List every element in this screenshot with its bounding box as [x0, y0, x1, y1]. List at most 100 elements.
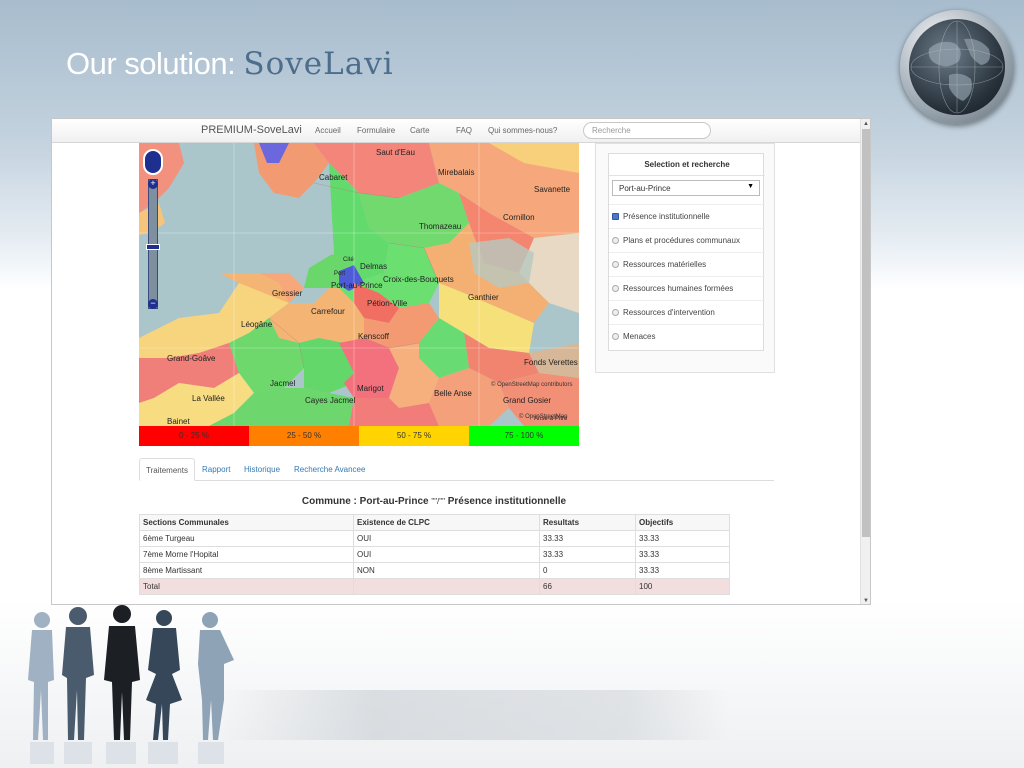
browser-window: PREMIUM-SoveLavi Accueil Formulaire Cart… [51, 118, 871, 605]
commune-select[interactable]: Port-au-Prince ▼ [612, 180, 760, 196]
zoom-in-icon[interactable]: + [148, 179, 158, 189]
zoom-out-icon[interactable]: − [148, 299, 158, 309]
map-label-ganthier: Ganthier [468, 293, 499, 302]
layer-label: Menaces [623, 332, 656, 341]
tab-recherche-avancee[interactable]: Recherche Avancee [288, 458, 371, 481]
table-cell: 33.33 [539, 530, 636, 547]
commune-map[interactable]: Saut d'Eau Cabaret Mirebalais Savanette … [139, 143, 579, 426]
map-label-grand-goave: Grand-Goâve [167, 354, 216, 363]
table-cell: 8ème Martissant [139, 562, 354, 579]
table-header-row: Sections Communales Existence de CLPC Re… [139, 514, 730, 531]
selection-panel: Selection et recherche Port-au-Prince ▼ … [595, 143, 775, 373]
radio-icon[interactable] [612, 285, 619, 292]
map-label-cite: Cité [343, 257, 354, 263]
checked-radio-icon[interactable] [612, 213, 619, 220]
map-attribution[interactable]: © OpenStreetMap contributors [491, 382, 572, 388]
navbar-brand[interactable]: PREMIUM-SoveLavi [201, 124, 302, 136]
slide-title-prefix: Our solution: [66, 46, 236, 81]
nav-link-accueil[interactable]: Accueil [315, 126, 341, 135]
table-cell: NON [353, 562, 540, 579]
layer-item-materielles[interactable]: Ressources matérielles [609, 252, 765, 276]
map-label-croix-des-bouquets: Croix-des-Bouquets [383, 275, 454, 284]
table-total-row: Total 66 100 [139, 578, 730, 595]
slide-title-brand: SoveLavi [243, 46, 394, 82]
map-label-marigot: Marigot [357, 384, 384, 393]
map-label-carrefour: Carrefour [311, 307, 345, 316]
radio-icon[interactable] [612, 261, 619, 268]
map-label-thomazeau: Thomazeau [419, 222, 462, 231]
map-label-mirebalais: Mirebalais [438, 168, 475, 177]
map-label-cabaret: Cabaret [319, 173, 348, 182]
legend-item: 25 - 50 % [249, 426, 359, 446]
layer-item-plans[interactable]: Plans et procédures communaux [609, 228, 765, 252]
map-label-saut-deau: Saut d'Eau [376, 148, 415, 157]
results-tabs: Traitements Rapport Historique Recherche… [139, 458, 774, 481]
slide-title: Our solution: SoveLavi [66, 46, 394, 82]
map-label-fonds-verettes: Fonds Verettes [524, 358, 578, 367]
map-label-cornillon: Cornillon [503, 213, 535, 222]
map-label-delmas: Delmas [360, 262, 388, 271]
map-zoom-control[interactable]: + − [143, 149, 163, 309]
result-commune: Commune : Port-au-Prince [301, 496, 429, 507]
table-row: 7ème Morne l'Hopital OUI 33.33 33.33 [139, 546, 730, 563]
nav-link-formulaire[interactable]: Formulaire [357, 126, 395, 135]
map-label-jacmel: Jacmel [270, 379, 296, 388]
tab-traitements[interactable]: Traitements [139, 458, 195, 481]
zoom-slider-handle[interactable] [146, 244, 160, 250]
legend-item: 50 - 75 % [359, 426, 469, 446]
result-heading: Commune : Port-au-Prince ""/"" Présence … [139, 496, 729, 507]
globe-logo [900, 10, 1014, 124]
layer-item-humaines[interactable]: Ressources humaines formées [609, 276, 765, 300]
nav-link-carte[interactable]: Carte [410, 126, 430, 135]
table-row: 8ème Martissant NON 0 33.33 [139, 562, 730, 579]
table-cell: OUI [353, 546, 540, 563]
map-legend: 0 - 25 % 25 - 50 % 50 - 75 % 75 - 100 % [139, 426, 579, 446]
layer-item-menaces[interactable]: Menaces [609, 324, 765, 348]
commune-select-value: Port-au-Prince [619, 184, 671, 193]
tab-historique[interactable]: Historique [238, 458, 286, 481]
search-input[interactable]: Recherche [583, 122, 711, 139]
map-label-kenscoff: Kenscoff [358, 332, 389, 341]
scroll-down-icon[interactable]: ▼ [861, 596, 870, 604]
table-cell: 6ème Turgeau [139, 530, 354, 547]
scroll-up-icon[interactable]: ▲ [861, 119, 870, 129]
map-label-leogane: Léogâne [241, 320, 273, 329]
business-people-silhouettes [28, 605, 234, 764]
map-label-cayes-jacmel: Cayes Jacmel [305, 396, 356, 405]
nav-link-about[interactable]: Qui sommes-nous? [488, 126, 557, 135]
map-label-belle-anse: Belle Anse [434, 389, 472, 398]
table-cell [353, 578, 540, 595]
layer-item-presence[interactable]: Présence institutionnelle [609, 204, 765, 228]
table-cell: OUI [353, 530, 540, 547]
table-cell: 33.33 [539, 546, 636, 563]
layer-label: Ressources humaines formées [623, 284, 734, 293]
table-cell: Total [139, 578, 354, 595]
tab-rapport[interactable]: Rapport [196, 458, 236, 481]
map-label-grand-gosier: Grand Gosier [503, 396, 552, 405]
result-subject: Présence institutionnelle [447, 496, 567, 507]
radio-icon[interactable] [612, 237, 619, 244]
table-cell: 33.33 [635, 530, 730, 547]
map-label-savanette: Savanette [534, 185, 571, 194]
page-scrollbar[interactable]: ▲ ▼ [860, 119, 870, 604]
table-cell: 7ème Morne l'Hopital [139, 546, 354, 563]
panel-title: Selection et recherche [609, 154, 765, 176]
table-cell: 0 [539, 562, 636, 579]
pan-control-icon[interactable] [143, 149, 163, 175]
radio-icon[interactable] [612, 309, 619, 316]
radio-icon[interactable] [612, 333, 619, 340]
table-row: 6ème Turgeau OUI 33.33 33.33 [139, 530, 730, 547]
map-copyright: © OpenStreetMap [519, 414, 568, 420]
layer-label: Plans et procédures communaux [623, 236, 740, 245]
map-label-bainet: Bainet [167, 417, 190, 426]
chevron-down-icon: ▼ [747, 183, 754, 190]
scrollbar-thumb[interactable] [862, 129, 870, 537]
table-cell: 33.33 [635, 562, 730, 579]
navbar: PREMIUM-SoveLavi Accueil Formulaire Cart… [52, 119, 862, 143]
column-header: Existence de CLPC [353, 514, 540, 531]
layer-label: Présence institutionnelle [623, 212, 710, 221]
selection-box: Selection et recherche Port-au-Prince ▼ … [608, 153, 765, 351]
column-header: Objectifs [635, 514, 730, 531]
nav-link-faq[interactable]: FAQ [456, 126, 472, 135]
layer-item-intervention[interactable]: Ressources d'intervention [609, 300, 765, 324]
